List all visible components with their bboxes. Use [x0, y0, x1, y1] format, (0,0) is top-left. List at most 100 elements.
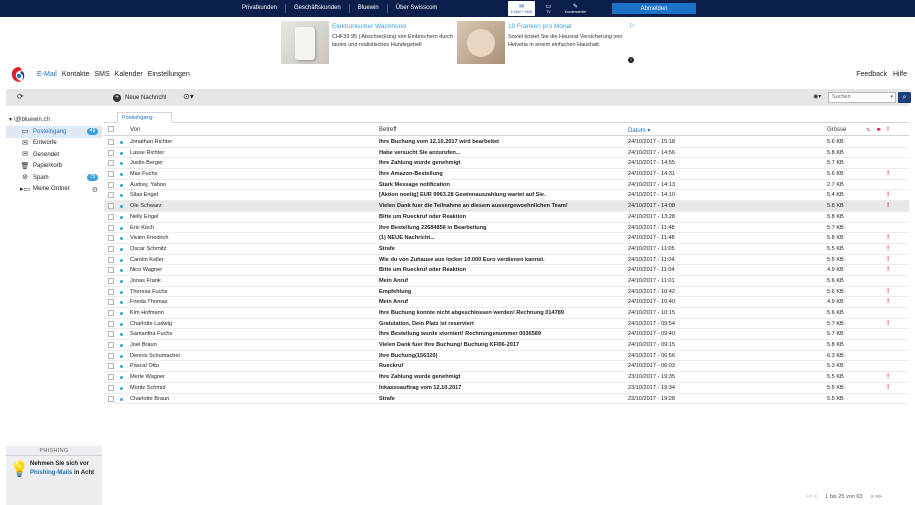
help-link[interactable]: Hilfe — [893, 71, 907, 78]
row-date: 24/10/2017 - 10:42 — [628, 288, 675, 295]
row-checkbox[interactable] — [108, 245, 114, 252]
row-checkbox[interactable] — [108, 352, 114, 359]
table-row[interactable]: Lasse Richter Habe versucht Sie anzurufen… — [104, 148, 909, 159]
row-checkbox[interactable] — [108, 363, 114, 370]
table-row[interactable]: Pascal Otto Rueckruf 24/10/2017 - 06:03 5.3… — [104, 361, 909, 373]
search-dropdown-icon[interactable]: ▾ — [890, 93, 893, 102]
pager-next-last[interactable]: > >> — [870, 494, 881, 500]
row-checkbox[interactable] — [108, 181, 114, 188]
folder-papierkorb[interactable]: 🗑 Papierkorb — [6, 161, 102, 173]
table-row[interactable]: Ole Schwarz Vielen Dank fuer die Teilnahm… — [104, 201, 909, 212]
table-row[interactable]: Charlotte Braun Strafe 23/10/2017 - 19:28 5… — [104, 394, 909, 405]
appnav-email[interactable]: E-Mail — [37, 71, 57, 78]
row-checkbox[interactable] — [108, 277, 114, 284]
table-row[interactable]: Max Fuchs Ihre Amazon-Bestellung 24/10/201… — [104, 169, 909, 180]
appnav-kontakte[interactable]: Kontakte — [62, 71, 90, 78]
unread-dot-icon — [120, 141, 123, 144]
row-size: 5.7 KB — [827, 320, 844, 327]
search-button[interactable]: ⌕ — [898, 92, 911, 103]
topnav-privatkunden[interactable]: Privatkunden — [234, 4, 287, 13]
column-from[interactable]: Von — [130, 127, 140, 133]
row-checkbox[interactable] — [108, 192, 114, 199]
row-checkbox[interactable] — [108, 384, 114, 391]
row-checkbox[interactable] — [108, 256, 114, 263]
view-eye-icon[interactable]: ◉▾ — [813, 93, 821, 100]
row-checkbox[interactable] — [108, 342, 114, 349]
row-checkbox[interactable] — [108, 374, 114, 381]
ad-banner-2[interactable]: 10 Franken pro Monat Soviel kostet Sie d… — [457, 21, 635, 64]
row-checkbox[interactable] — [108, 203, 114, 210]
select-all-checkbox[interactable] — [108, 126, 114, 132]
table-row[interactable]: Merle Wagner Ihre Zahlung wurde genehmigt… — [104, 372, 909, 383]
table-row[interactable]: Oscar Schmitz Strafe 24/10/2017 - 11:05 5.5… — [104, 244, 909, 255]
row-checkbox[interactable] — [108, 310, 114, 316]
row-checkbox[interactable] — [108, 224, 114, 231]
table-row[interactable]: Charlotte Ludwig Gratulation, Dein Platz … — [104, 319, 909, 330]
ad-banner-1[interactable]: Elektronischer Wachhund CHF39.95 | Absch… — [281, 21, 457, 64]
options-menu-icon[interactable]: ⊙▾ — [183, 92, 194, 101]
tab-posteingang[interactable]: Posteingang — [117, 112, 172, 123]
row-checkbox[interactable] — [108, 160, 114, 167]
row-checkbox[interactable] — [108, 320, 114, 327]
row-checkbox[interactable] — [108, 235, 114, 242]
table-row[interactable]: Theresa Fuchs Empfehlung 24/10/2017 - 10:4… — [104, 287, 909, 298]
column-subject[interactable]: Betreff — [379, 127, 397, 133]
row-checkbox[interactable] — [108, 149, 114, 156]
table-row[interactable]: Eric Koch Ihre Bestellung 22684856 in Bea… — [104, 223, 909, 234]
appnav-kalender[interactable]: Kalender — [115, 71, 143, 78]
logout-button[interactable]: Abmelden — [612, 3, 696, 14]
row-subject: Gratulation, Dein Platz ist reserviert — [379, 320, 474, 327]
table-row[interactable]: Samantha Fuchs Ihre Bestellung wurde stor… — [104, 329, 909, 341]
table-row[interactable]: Silas Engel [Aktion noetig] EUR 9963.28 G… — [104, 190, 909, 202]
table-row[interactable]: Jonas Frank Mein Anruf 24/10/2017 - 11:01 5… — [104, 276, 909, 287]
folder-entwuerfe[interactable]: ✉ Entwürfe — [6, 138, 102, 150]
account-label[interactable]: ▾ \@bluewin.ch — [9, 116, 50, 123]
folder-meine-ordner[interactable]: ▸▭ Meine Ordner ⚙ — [6, 184, 102, 196]
ad-title[interactable]: Elektronischer Wachhund — [332, 23, 406, 30]
row-checkbox[interactable] — [108, 288, 114, 295]
column-date[interactable]: Datum ▾ — [628, 127, 650, 134]
search-input[interactable]: Suchen ▾ — [828, 92, 896, 103]
ad-info-icon[interactable]: i — [628, 57, 634, 63]
pager-first-prev[interactable]: << < — [806, 494, 817, 500]
appnav-sms[interactable]: SMS — [94, 71, 109, 78]
feedback-link[interactable]: Feedback — [856, 71, 887, 78]
service-tv[interactable]: ▭ TV — [535, 1, 562, 16]
row-checkbox[interactable] — [108, 213, 114, 220]
row-checkbox[interactable] — [108, 171, 114, 178]
new-message-button[interactable]: + Neue Nachricht — [113, 92, 166, 103]
topnav-bluewin[interactable]: Bluewin — [350, 4, 388, 13]
appnav-einstellungen[interactable]: Einstellungen — [148, 71, 190, 78]
folder-gesendet[interactable]: ✉ Gesendet — [6, 149, 102, 161]
phishing-link[interactable]: Phishing-Mails — [30, 470, 72, 476]
adchoices-icon[interactable]: ▷ — [630, 22, 635, 29]
column-size[interactable]: Grösse — [827, 127, 846, 133]
table-row[interactable]: Vivien Friedrich (1) NEUE Nachricht... 24/… — [104, 233, 909, 244]
refresh-icon[interactable]: ⟳ — [17, 92, 24, 101]
topnav-geschaeftskunden[interactable]: Geschäftskunden — [286, 4, 350, 13]
row-checkbox[interactable] — [108, 299, 114, 306]
folder-posteingang[interactable]: ▭ Posteingang 49 — [6, 126, 102, 138]
table-row[interactable]: Joel Braun Vielen Dank fuer Ihre Buchung!… — [104, 340, 909, 351]
folder-spam[interactable]: ⊘ Spam 75 — [6, 172, 102, 184]
row-checkbox[interactable] — [108, 331, 114, 338]
table-row[interactable]: Frieda Thomas Mein Anruf 24/10/2017 - 10:4… — [104, 297, 909, 308]
table-row[interactable]: Kim Hofmann Ihre Buchung konnte nicht abg… — [104, 308, 909, 319]
row-date: 24/10/2017 - 09:40 — [628, 331, 675, 338]
table-row[interactable]: Moritz Schmid Inkassoauftrag vom 12.10.20… — [104, 383, 909, 394]
table-row[interactable]: Carolin Keller Wie du von Zuhause aus loc… — [104, 255, 909, 266]
table-row[interactable]: Nico Wagner Bitte um Rueckruf oder Reakti… — [104, 265, 909, 276]
row-checkbox[interactable] — [108, 395, 114, 402]
table-row[interactable]: Justin Berger Ihre Zahlung wurde genehmig… — [104, 158, 909, 170]
table-row[interactable]: Audrey, Yahoo Stark Message notification 2… — [104, 180, 909, 191]
row-checkbox[interactable] — [108, 267, 114, 274]
service-kundencenter[interactable]: ✎ Kundencenter — [562, 1, 589, 16]
service-mail-sms[interactable]: ✉ E-Mail + SMS — [508, 1, 535, 16]
ad-title[interactable]: 10 Franken pro Monat — [508, 23, 572, 30]
table-row[interactable]: Dennis Schumacher Ihre Buchung(156320) 24/… — [104, 351, 909, 362]
table-row[interactable]: Nelly Engel Bitte um Rueckruf oder Reakti… — [104, 212, 909, 223]
folder-settings-icon[interactable]: ⚙ — [92, 186, 98, 194]
table-row[interactable]: Jonathan Richter Ihre Buchung vom 12.10.2… — [104, 137, 909, 148]
topnav-ueber-swisscom[interactable]: Über Swisscom — [388, 4, 446, 13]
row-checkbox[interactable] — [108, 139, 114, 145]
